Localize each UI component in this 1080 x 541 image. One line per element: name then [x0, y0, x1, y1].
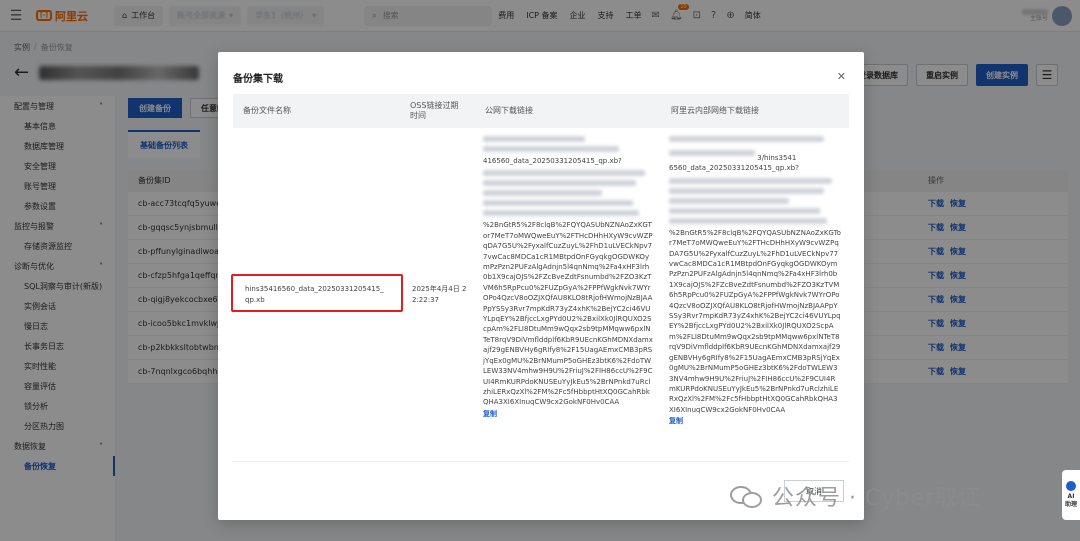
close-icon[interactable]: ✕ — [837, 70, 846, 83]
table-header: 备份文件名称 OSS链接过期时间 公网下载链接 阿里云内部网络下载链接 — [233, 94, 849, 128]
backup-file-name: hins35416560_data_20250331205415_qp.xb — [231, 128, 403, 461]
dialog-title: 备份集下载 — [233, 74, 283, 85]
internal-download-link[interactable]: 3/hins3541 6560_data_20250331205415_qp.x… — [661, 128, 849, 461]
highlight-box — [231, 274, 403, 312]
ai-assistant-button[interactable]: AI 助理 — [1062, 470, 1080, 520]
public-download-link[interactable]: 416560_data_20250331205415_qp.xb? %2BnGt… — [475, 128, 661, 461]
copy-public-link-button[interactable]: 复制 — [483, 409, 653, 419]
expire-time: 2025年4月4日 22:22:37 — [412, 285, 467, 304]
copy-internal-link-button[interactable]: 复制 — [669, 416, 841, 426]
download-table: 备份文件名称 OSS链接过期时间 公网下载链接 阿里云内部网络下载链接 hins… — [231, 94, 849, 462]
ai-icon — [1066, 481, 1076, 491]
table-row: hins35416560_data_20250331205415_qp.xb 2… — [231, 128, 849, 462]
watermark: 公众号 · Cyber取证 — [730, 480, 981, 512]
backup-download-dialog: 备份集下载 ✕ 备份文件名称 OSS链接过期时间 公网下载链接 阿里云内部网络下… — [218, 52, 864, 520]
wechat-logo-icon — [730, 482, 764, 510]
